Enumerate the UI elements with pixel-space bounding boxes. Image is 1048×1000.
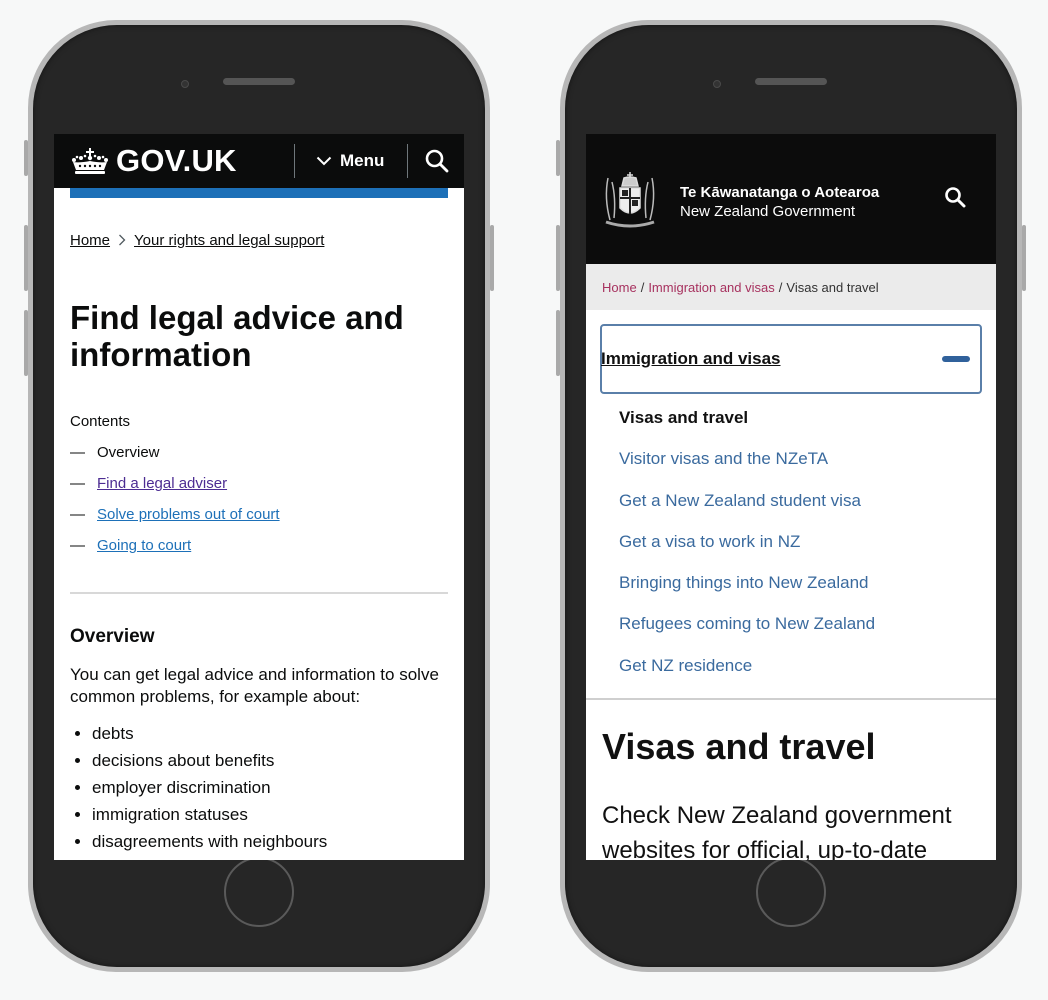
govuk-logotype: GOV.UK <box>116 143 237 178</box>
breadcrumb-chevron-icon <box>118 233 126 249</box>
search-icon[interactable] <box>424 148 450 174</box>
nav-link[interactable]: Bringing things into New Zealand <box>619 573 868 592</box>
mute-switch <box>556 140 560 176</box>
overview-bullet-list: debts decisions about benefits employer … <box>70 724 448 859</box>
breadcrumb-separator: / <box>640 279 645 295</box>
menu-label: Menu <box>340 151 385 170</box>
list-item: disagreements with neighbours <box>92 832 448 859</box>
crown-icon <box>72 148 108 174</box>
earpiece-speaker <box>755 78 827 85</box>
list-item: employer discrimination <box>92 778 448 805</box>
nav-link[interactable]: Get a visa to work in NZ <box>619 532 800 551</box>
dash-icon: — <box>70 475 85 492</box>
dash-icon: — <box>70 506 85 523</box>
overview-heading: Overview <box>70 626 155 647</box>
contents-label: Contents <box>70 413 131 430</box>
header-divider <box>407 144 408 178</box>
chevron-down-icon <box>316 156 332 166</box>
front-camera <box>181 80 189 88</box>
govuk-logo-link[interactable]: GOV.UK <box>70 143 237 179</box>
nzgovt-title[interactable]: Te Kāwanatanga o Aotearoa New Zealand Go… <box>680 184 879 220</box>
header-blue-bar <box>70 188 448 198</box>
accordion-title[interactable]: Immigration and visas <box>601 349 781 369</box>
minus-icon[interactable] <box>942 356 970 362</box>
contents-item-find-adviser: — Find a legal adviser <box>70 475 448 506</box>
nav-item-visas-travel: Visas and travel <box>619 408 749 427</box>
list-item: decisions about benefits <box>92 751 448 778</box>
nav-link[interactable]: Refugees coming to New Zealand <box>619 614 875 633</box>
breadcrumb: Home Your rights and legal support <box>70 232 448 249</box>
contents-item-going-to-court: — Going to court <box>70 537 448 568</box>
header-divider <box>294 144 295 178</box>
section-nav: Visas and travel Visitor visas and the N… <box>586 394 996 697</box>
home-button[interactable] <box>756 857 826 927</box>
breadcrumb-immigration-visas[interactable]: Immigration and visas <box>648 280 774 295</box>
power-button <box>1022 225 1026 291</box>
contents-list: — Overview — Find a legal adviser — Solv… <box>70 444 448 568</box>
phone-bezel: GOV.UK Menu Home Your rights and legal s… <box>33 25 485 967</box>
nav-link[interactable]: Get NZ residence <box>619 656 752 675</box>
dash-icon: — <box>70 537 85 554</box>
volume-up-button <box>24 225 28 291</box>
screen-govuk: GOV.UK Menu Home Your rights and legal s… <box>54 134 464 860</box>
nav-link[interactable]: Visitor visas and the NZeTA <box>619 449 828 468</box>
mute-switch <box>24 140 28 176</box>
nav-item-student-visa: Get a New Zealand student visa <box>619 491 996 532</box>
breadcrumb-home[interactable]: Home <box>602 280 637 295</box>
accordion-immigration-visas[interactable]: Immigration and visas <box>600 324 982 394</box>
nav-item-residence: Get NZ residence <box>619 656 996 697</box>
lead-paragraph: Check New Zealand government websites fo… <box>602 802 952 860</box>
earpiece-speaker <box>223 78 295 85</box>
front-camera <box>713 80 721 88</box>
list-item: immigration statuses <box>92 805 448 832</box>
nav-item-bringing-things: Bringing things into New Zealand <box>619 573 996 614</box>
contents-item-solve-problems: — Solve problems out of court <box>70 506 448 537</box>
volume-down-button <box>24 310 28 376</box>
home-button[interactable] <box>224 857 294 927</box>
screen-nzgovt: Te Kāwanatanga o Aotearoa New Zealand Go… <box>586 134 996 860</box>
list-item: debts <box>92 724 448 751</box>
nav-item-work-visa: Get a visa to work in NZ <box>619 532 996 573</box>
contents-link-going-to-court[interactable]: Going to court <box>97 537 191 554</box>
phone-bezel: Te Kāwanatanga o Aotearoa New Zealand Go… <box>565 25 1017 967</box>
section-divider <box>70 592 448 594</box>
title-english: New Zealand Government <box>680 203 856 220</box>
breadcrumb-home[interactable]: Home <box>70 232 110 249</box>
menu-button[interactable]: Menu <box>316 134 384 188</box>
dash-icon: — <box>70 444 85 461</box>
govuk-header: GOV.UK Menu <box>54 134 464 188</box>
nav-item-refugees: Refugees coming to New Zealand <box>619 614 996 655</box>
govuk-main-content: Home Your rights and legal support Find … <box>54 232 464 859</box>
overview-paragraph: You can get legal advice and information… <box>70 665 439 706</box>
breadcrumb-current: Visas and travel <box>786 279 879 295</box>
title-maori: Te Kāwanatanga o Aotearoa <box>680 184 880 201</box>
breadcrumb-separator: / <box>778 279 783 295</box>
power-button <box>490 225 494 291</box>
nav-link[interactable]: Get a New Zealand student visa <box>619 491 861 510</box>
page-title: Find legal advice and information <box>70 299 404 373</box>
contents-item-overview: — Overview <box>70 444 448 475</box>
volume-down-button <box>556 310 560 376</box>
coat-of-arms-icon <box>605 172 655 228</box>
page-title: Visas and travel <box>602 726 876 768</box>
contents-link-solve-problems[interactable]: Solve problems out of court <box>97 506 280 523</box>
section-divider <box>586 698 996 701</box>
breadcrumb-rights-legal-support[interactable]: Your rights and legal support <box>134 232 324 249</box>
breadcrumb: Home / Immigration and visas / Visas and… <box>586 264 996 310</box>
nav-item-visitor-visas: Visitor visas and the NZeTA <box>619 449 996 490</box>
volume-up-button <box>556 225 560 291</box>
phone-frame-right: Te Kāwanatanga o Aotearoa New Zealand Go… <box>556 20 1026 972</box>
nzgovt-header: Te Kāwanatanga o Aotearoa New Zealand Go… <box>586 134 996 264</box>
contents-item-label: Overview <box>97 444 160 461</box>
contents-link-find-adviser[interactable]: Find a legal adviser <box>97 475 227 492</box>
search-icon[interactable] <box>944 186 966 208</box>
phone-frame-left: GOV.UK Menu Home Your rights and legal s… <box>24 20 494 972</box>
